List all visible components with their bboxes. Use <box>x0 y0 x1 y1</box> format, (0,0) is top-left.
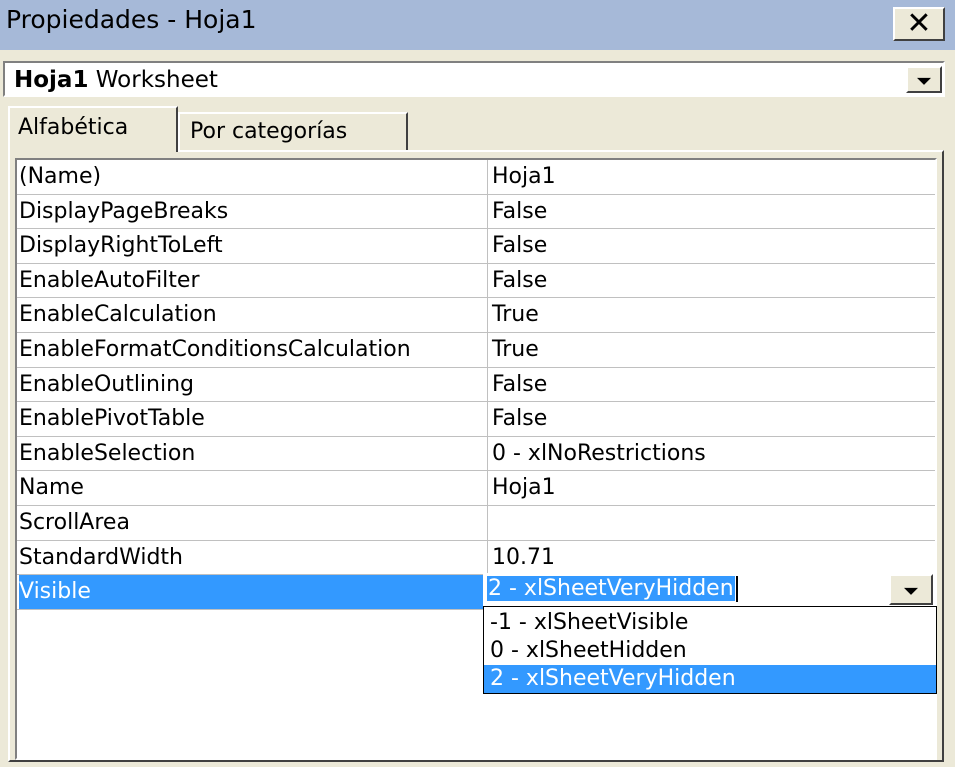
property-row[interactable]: EnableSelection 0 - xlNoRestrictions <box>17 436 935 472</box>
property-value[interactable]: 10.71 <box>487 540 935 575</box>
property-value[interactable]: False <box>487 194 935 229</box>
property-name[interactable]: EnableSelection <box>19 437 484 471</box>
property-value[interactable] <box>487 506 935 540</box>
text-caret <box>735 576 738 602</box>
close-icon: ✕ <box>906 6 932 41</box>
property-name[interactable]: EnableAutoFilter <box>19 264 484 298</box>
property-name[interactable]: (Name) <box>19 160 484 194</box>
property-row[interactable]: EnableAutoFilter False <box>17 263 935 299</box>
visible-value-text: 2 - xlSheetVeryHidden <box>487 576 735 601</box>
dropdown-option[interactable]: 0 - xlSheetHidden <box>484 637 936 665</box>
property-value[interactable]: Hoja1 <box>487 471 935 505</box>
dropdown-option[interactable]: -1 - xlSheetVisible <box>484 609 936 637</box>
object-selector-dropdown-button[interactable] <box>906 66 942 93</box>
property-name[interactable]: EnableCalculation <box>19 298 484 332</box>
property-value[interactable]: False <box>487 229 935 263</box>
property-name[interactable]: EnablePivotTable <box>19 402 484 436</box>
property-row[interactable]: EnableFormatConditionsCalculation True <box>17 333 935 368</box>
window-title: Propiedades - Hoja1 <box>6 5 257 34</box>
visible-dropdown-button[interactable] <box>889 574 933 605</box>
property-row[interactable]: Name Hoja1 <box>17 471 935 506</box>
tab-alfabetica[interactable]: Alfabética <box>8 106 178 152</box>
property-name[interactable]: EnableOutlining <box>19 368 484 402</box>
property-name[interactable]: DisplayPageBreaks <box>19 195 484 229</box>
object-selector[interactable]: Hoja1 Worksheet <box>3 61 945 97</box>
property-row[interactable]: ScrollArea <box>17 506 935 541</box>
property-value[interactable]: False <box>487 402 935 436</box>
property-row[interactable]: EnableOutlining False <box>17 367 935 403</box>
property-value[interactable]: False <box>487 263 935 298</box>
property-name[interactable]: Name <box>19 471 484 505</box>
property-row[interactable]: DisplayRightToLeft False <box>17 229 935 264</box>
visible-options-list[interactable]: -1 - xlSheetVisible 0 - xlSheetHidden 2 - … <box>483 606 937 694</box>
property-value[interactable]: Hoja1 <box>487 160 935 194</box>
property-value[interactable]: False <box>487 367 935 402</box>
property-value[interactable]: 0 - xlNoRestrictions <box>487 436 935 471</box>
property-row[interactable]: (Name) Hoja1 <box>17 160 935 195</box>
visible-value-field[interactable]: 2 - xlSheetVeryHidden <box>483 573 935 606</box>
property-name[interactable]: EnableFormatConditionsCalculation <box>19 333 484 367</box>
tab-por-categorias[interactable]: Por categorías <box>178 112 408 150</box>
property-row[interactable]: EnableCalculation True <box>17 298 935 333</box>
property-name[interactable]: StandardWidth <box>19 541 484 575</box>
object-name: Hoja1 <box>14 67 89 93</box>
property-row[interactable]: EnablePivotTable False <box>17 402 935 437</box>
property-name[interactable]: ScrollArea <box>19 506 484 540</box>
property-row[interactable]: StandardWidth 10.71 <box>17 540 935 576</box>
property-name[interactable]: Visible <box>19 575 484 609</box>
property-value[interactable]: True <box>487 298 935 332</box>
property-value[interactable]: True <box>487 333 935 367</box>
close-button[interactable]: ✕ <box>893 7 945 41</box>
dropdown-option[interactable]: 2 - xlSheetVeryHidden <box>484 665 936 693</box>
property-name[interactable]: DisplayRightToLeft <box>19 229 484 263</box>
title-bar: Propiedades - Hoja1 ✕ <box>0 0 955 50</box>
property-row[interactable]: DisplayPageBreaks False <box>17 194 935 230</box>
object-selector-label: Hoja1 Worksheet <box>14 65 218 95</box>
chevron-down-icon <box>917 77 931 85</box>
chevron-down-icon <box>904 587 918 595</box>
object-type: Worksheet <box>95 67 218 93</box>
